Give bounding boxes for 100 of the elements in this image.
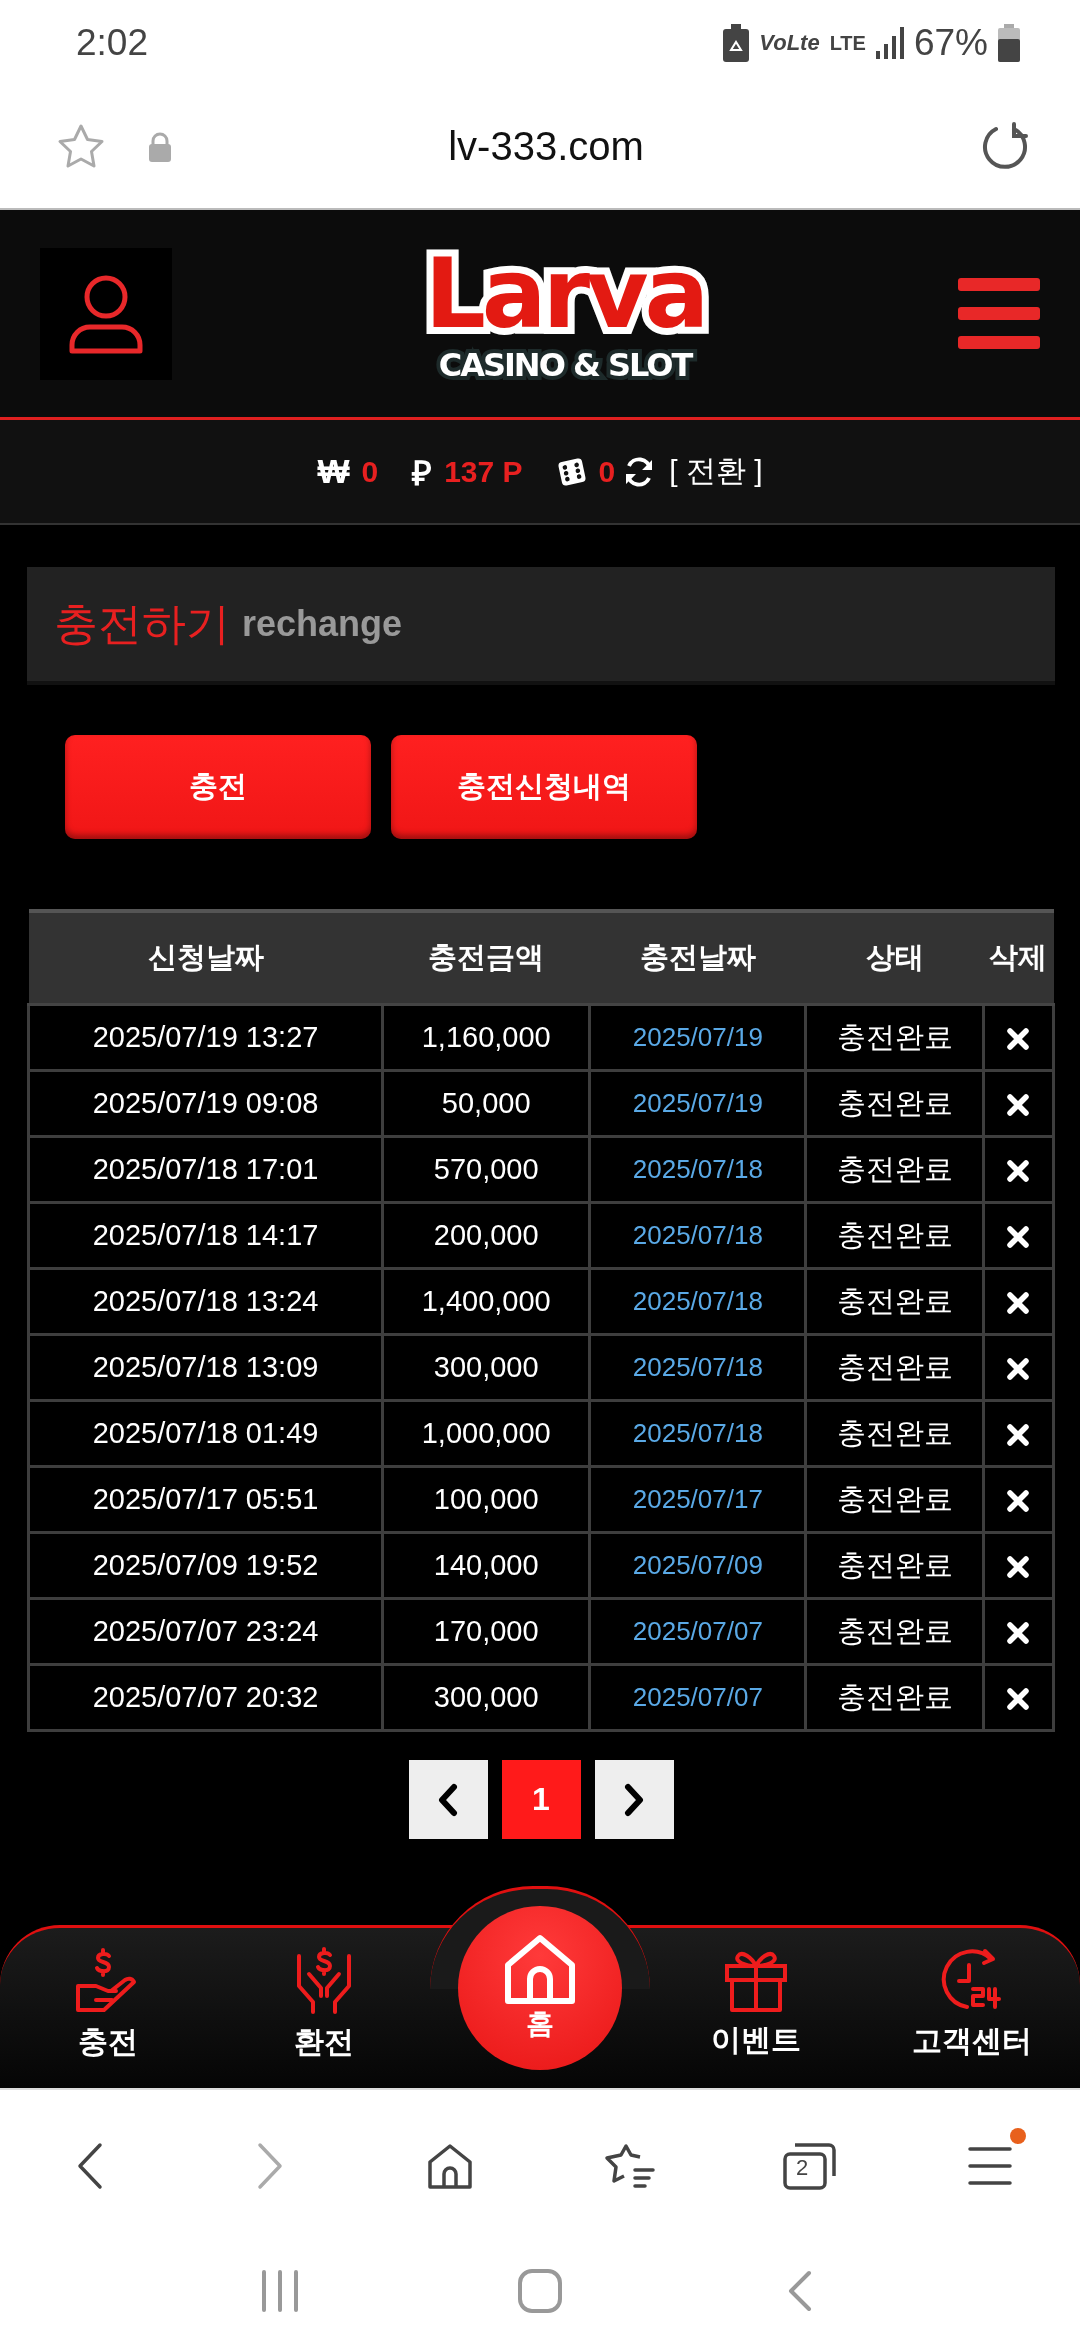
status-time: 2:02 — [76, 21, 148, 64]
balance-value: 0 — [598, 454, 616, 489]
nav-label[interactable]: 충전 — [78, 2021, 138, 2063]
table-cell: 170,000 — [382, 1598, 590, 1665]
table-cell: 1,000,000 — [382, 1400, 590, 1467]
delete-icon[interactable] — [1006, 1687, 1031, 1712]
table-cell: 2025/07/18 — [589, 1202, 806, 1269]
column-header: 상태 — [805, 911, 984, 1005]
table-cell: 2025/07/07 — [589, 1664, 806, 1731]
delete-icon[interactable] — [1006, 1357, 1031, 1382]
table-cell: 2025/07/18 13:09 — [28, 1334, 383, 1401]
nav-label[interactable]: 이벤트 — [711, 2019, 801, 2061]
battery-icon — [998, 23, 1020, 62]
previous-page-button[interactable] — [408, 1760, 488, 1839]
signal-icon — [875, 26, 904, 59]
table-cell: 2025/07/09 — [589, 1532, 806, 1599]
delete-icon[interactable] — [1006, 1621, 1031, 1646]
nav-label[interactable]: 고객센터 — [912, 2020, 1032, 2062]
home-button-icon[interactable] — [518, 2269, 562, 2313]
point-symbol: ₽ — [412, 452, 433, 494]
action-button[interactable]: 충전신청내역 — [391, 735, 697, 839]
chevron-icon — [437, 1782, 459, 1817]
table-cell: 충전완료 — [805, 1664, 984, 1731]
table-cell: 충전완료 — [805, 1466, 984, 1533]
table-cell: 2025/07/18 13:24 — [28, 1268, 383, 1335]
table-cell: 충전완료 — [805, 1598, 984, 1665]
table-cell: 2025/07/19 09:08 — [28, 1070, 383, 1137]
volte-indicator: VoLte — [759, 29, 820, 56]
delete-icon[interactable] — [1006, 1027, 1031, 1052]
column-header: 신청날짜 — [28, 911, 383, 1005]
delete-icon[interactable] — [1006, 1291, 1031, 1316]
table-cell: 140,000 — [382, 1532, 590, 1599]
table-cell: 충전완료 — [805, 1532, 984, 1599]
table-cell: 2025/07/07 20:32 — [28, 1664, 383, 1731]
table-cell: 2025/07/19 — [589, 1070, 806, 1137]
page-title: 충전하기 — [54, 597, 230, 650]
logo-title[interactable]: Larva — [424, 243, 706, 344]
url-text[interactable]: lv-333.com — [448, 124, 644, 169]
page-button[interactable]: 1 — [501, 1760, 581, 1839]
table-cell: 충전완료 — [805, 1202, 984, 1269]
table-cell: 2025/07/18 — [589, 1334, 806, 1401]
chevron-icon — [623, 1782, 645, 1817]
won-symbol: ₩ — [317, 452, 350, 491]
table-cell: 300,000 — [382, 1334, 590, 1401]
table-cell: 100,000 — [382, 1466, 590, 1533]
table-cell: 2025/07/18 — [589, 1136, 806, 1203]
bookmarks-icon[interactable] — [604, 2143, 656, 2189]
table-cell: 2025/07/18 17:01 — [28, 1136, 383, 1203]
table-cell: 570,000 — [382, 1136, 590, 1203]
table-cell: 2025/07/18 — [589, 1268, 806, 1335]
user-button[interactable] — [40, 247, 172, 380]
reload-icon[interactable] — [980, 121, 1030, 172]
table-cell: 2025/07/07 — [589, 1598, 806, 1665]
delete-icon[interactable] — [1006, 1159, 1031, 1184]
balance-value: 0 — [361, 454, 379, 489]
menu-icon[interactable] — [958, 277, 1040, 350]
action-button[interactable]: 충전 — [65, 735, 371, 839]
delete-icon[interactable] — [1006, 1093, 1031, 1118]
table-cell: 충전완료 — [805, 1070, 984, 1137]
table-cell: 2025/07/18 01:49 — [28, 1400, 383, 1467]
logo-subtitle: CASINO & SLOT — [438, 345, 692, 384]
delete-icon[interactable] — [1006, 1225, 1031, 1250]
battery-saver-icon — [723, 23, 750, 62]
house-icon — [502, 1933, 578, 2005]
column-header: 충전금액 — [382, 911, 590, 1005]
table-cell: 2025/07/07 23:24 — [28, 1598, 383, 1665]
table-cell: 1,400,000 — [382, 1268, 590, 1335]
battery-percent: 67% — [913, 21, 988, 64]
table-cell: 2025/07/18 14:17 — [28, 1202, 383, 1269]
table-cell: 300,000 — [382, 1664, 590, 1731]
column-header: 충전날짜 — [589, 911, 806, 1005]
convert-link[interactable]: [ 전환 ] — [669, 451, 763, 492]
table-cell: 충전완료 — [805, 1268, 984, 1335]
table-cell: 50,000 — [382, 1070, 590, 1137]
column-header: 삭제 — [983, 911, 1054, 1005]
next-page-button[interactable] — [594, 1760, 674, 1839]
table-cell: 200,000 — [382, 1202, 590, 1269]
nav-label[interactable]: 환전 — [294, 2021, 354, 2063]
table-cell: 충전완료 — [805, 1400, 984, 1467]
delete-icon[interactable] — [1006, 1555, 1031, 1580]
lock-icon — [148, 131, 172, 162]
recent-apps-icon[interactable] — [260, 2270, 300, 2312]
page-subtitle: rechange — [242, 603, 403, 645]
table-cell: 충전완료 — [805, 1004, 984, 1071]
back-icon[interactable] — [77, 2142, 103, 2190]
table-cell: 2025/07/09 19:52 — [28, 1532, 383, 1599]
table-cell: 2025/07/19 13:27 — [28, 1004, 383, 1071]
home-button[interactable]: 홈 — [458, 1906, 622, 2070]
table-cell: 충전완료 — [805, 1334, 984, 1401]
table-cell: 충전완료 — [805, 1136, 984, 1203]
table-cell: 2025/07/19 — [589, 1004, 806, 1071]
table-cell: 2025/07/17 — [589, 1466, 806, 1533]
table-cell: 2025/07/18 — [589, 1400, 806, 1467]
home-icon[interactable] — [427, 2143, 473, 2189]
table-cell: 1,160,000 — [382, 1004, 590, 1071]
delete-icon[interactable] — [1006, 1423, 1031, 1448]
table-cell: 2025/07/17 05:51 — [28, 1466, 383, 1533]
network-indicator: LTE — [829, 32, 866, 53]
delete-icon[interactable] — [1006, 1489, 1031, 1514]
balance-value: 137 P — [444, 454, 523, 489]
